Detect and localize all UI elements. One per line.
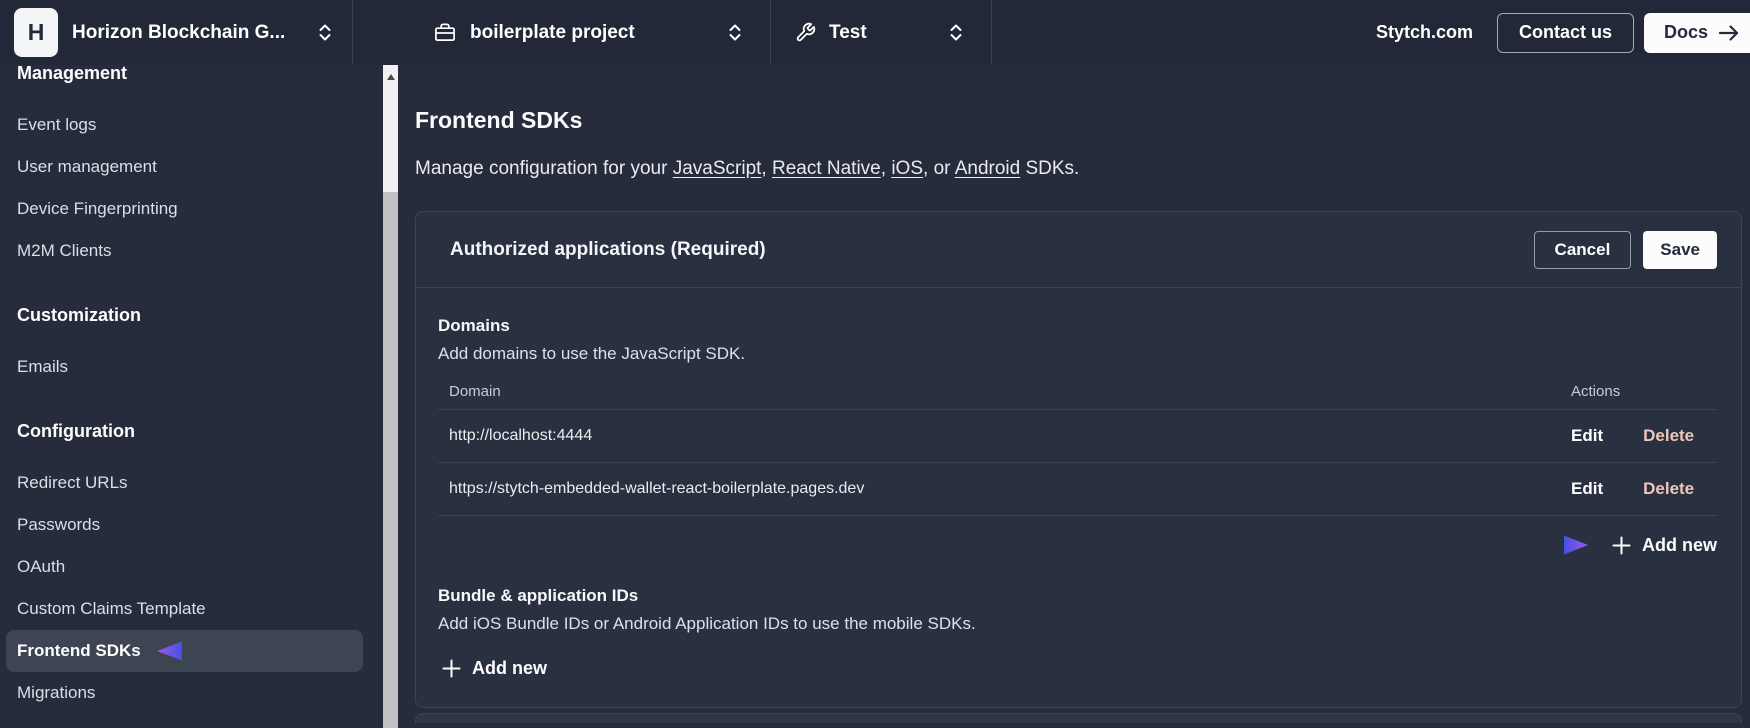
add-new-label: Add new (1642, 534, 1717, 555)
column-header-domain: Domain (449, 383, 501, 400)
domains-heading: Domains (438, 316, 510, 335)
sidebar-item-device-fingerprinting[interactable]: Device Fingerprinting (0, 188, 383, 230)
bundle-add-new-button[interactable]: Add new (442, 658, 547, 679)
topbar-right: Stytch.com Contact us Docs (1376, 0, 1750, 65)
org-logo: H (14, 8, 58, 57)
javascript-sdk-link[interactable]: JavaScript (673, 158, 762, 179)
domains-add-new-button[interactable]: Add new (1612, 535, 1717, 556)
intro-text-part: , (880, 158, 892, 179)
org-switcher[interactable]: H Horizon Blockchain G... (0, 0, 353, 65)
authorized-applications-card: Authorized applications (Required) Cance… (415, 211, 1742, 708)
sidebar-nav: Management Event logs User management De… (0, 65, 383, 728)
scrollbar-thumb[interactable] (383, 192, 398, 728)
chevron-updown-icon (728, 23, 742, 42)
scrollbar-up-button[interactable] (383, 65, 398, 89)
sidebar-section-customization: Customization (17, 305, 141, 325)
sidebar-section-configuration: Configuration (17, 421, 135, 441)
sidebar-item-m2m-clients[interactable]: M2M Clients (0, 230, 383, 272)
delete-link[interactable]: Delete (1643, 479, 1694, 499)
card-header: Authorized applications (Required) Cance… (416, 212, 1741, 288)
arrow-right-icon (1718, 24, 1740, 42)
intro-text-part: Manage configuration for your (415, 158, 673, 179)
docs-button-label: Docs (1664, 22, 1709, 42)
stytch-site-link[interactable]: Stytch.com (1376, 22, 1473, 43)
briefcase-icon (433, 21, 457, 44)
sidebar-item-passwords[interactable]: Passwords (0, 504, 383, 546)
edit-link[interactable]: Edit (1571, 479, 1603, 499)
table-row: https://stytch-embedded-wallet-react-boi… (438, 463, 1717, 516)
org-name: Horizon Blockchain G... (72, 21, 286, 43)
intro-text-part: SDKs. (1020, 158, 1080, 179)
next-card-top-edge (415, 713, 1742, 723)
org-logo-letter: H (27, 19, 45, 45)
domain-value: http://localhost:4444 (449, 427, 593, 444)
sidebar-item-migrations[interactable]: Migrations (0, 672, 383, 714)
wrench-icon (795, 22, 816, 43)
column-header-actions: Actions (1571, 383, 1621, 400)
sidebar-item-frontend-sdks[interactable]: Frontend SDKs (6, 630, 363, 672)
cancel-button[interactable]: Cancel (1533, 230, 1632, 269)
sidebar-item-label: Frontend SDKs (17, 641, 141, 660)
annotation-arrow-left-icon (155, 640, 235, 662)
page-title: Frontend SDKs (415, 107, 583, 133)
sidebar-item-emails[interactable]: Emails (0, 346, 383, 388)
intro-text: Manage configuration for your JavaScript… (415, 158, 1742, 180)
table-header-row: Domain Actions (438, 383, 1717, 410)
environment-switcher[interactable]: Test (771, 0, 992, 65)
card-title: Authorized applications (Required) (450, 238, 766, 260)
bundle-ids-heading: Bundle & application IDs (438, 586, 639, 605)
chevron-updown-icon (949, 23, 963, 42)
bundle-ids-description: Add iOS Bundle IDs or Android Applicatio… (438, 614, 976, 633)
domains-table: Domain Actions http://localhost:4444 Edi… (438, 383, 1717, 574)
top-bar: H Horizon Blockchain G... boilerplate pr… (0, 0, 1750, 65)
row-actions: Edit Delete (1571, 479, 1717, 499)
project-switcher[interactable]: boilerplate project (353, 0, 771, 65)
domains-description: Add domains to use the JavaScript SDK. (438, 344, 746, 363)
ios-sdk-link[interactable]: iOS (891, 158, 923, 179)
row-actions: Edit Delete (1571, 426, 1717, 446)
intro-text-part: , or (923, 158, 955, 179)
project-name: boilerplate project (470, 21, 635, 43)
react-native-sdk-link[interactable]: React Native (772, 158, 881, 179)
sidebar-item-custom-claims-template[interactable]: Custom Claims Template (0, 588, 383, 630)
chevron-updown-icon (318, 23, 332, 42)
add-new-label: Add new (472, 658, 547, 678)
sidebar-item-event-logs[interactable]: Event logs (0, 104, 383, 146)
sidebar-section-management: Management (17, 65, 128, 83)
contact-us-button[interactable]: Contact us (1496, 12, 1634, 53)
save-button[interactable]: Save (1643, 230, 1717, 269)
main-content: Frontend SDKs Manage configuration for y… (398, 65, 1750, 728)
card-body: Domains Add domains to use the JavaScrip… (416, 288, 1741, 707)
annotation-arrow-right-icon (1514, 534, 1590, 556)
sidebar-item-redirect-urls[interactable]: Redirect URLs (0, 462, 383, 504)
page-scrollbar[interactable] (383, 65, 398, 728)
plus-icon (1612, 536, 1631, 555)
intro-text-part: , (761, 158, 772, 179)
sidebar-item-user-management[interactable]: User management (0, 146, 383, 188)
sidebar-item-oauth[interactable]: OAuth (0, 546, 383, 588)
environment-name: Test (829, 21, 867, 43)
domains-add-new-row: Add new (438, 516, 1717, 574)
domain-value: https://stytch-embedded-wallet-react-boi… (449, 480, 865, 497)
android-sdk-link[interactable]: Android (955, 158, 1021, 179)
triangle-up-icon (386, 74, 395, 80)
delete-link[interactable]: Delete (1643, 426, 1694, 446)
edit-link[interactable]: Edit (1571, 426, 1603, 446)
plus-icon (442, 659, 461, 678)
table-row: http://localhost:4444 Edit Delete (438, 410, 1717, 463)
docs-button[interactable]: Docs (1644, 12, 1750, 53)
